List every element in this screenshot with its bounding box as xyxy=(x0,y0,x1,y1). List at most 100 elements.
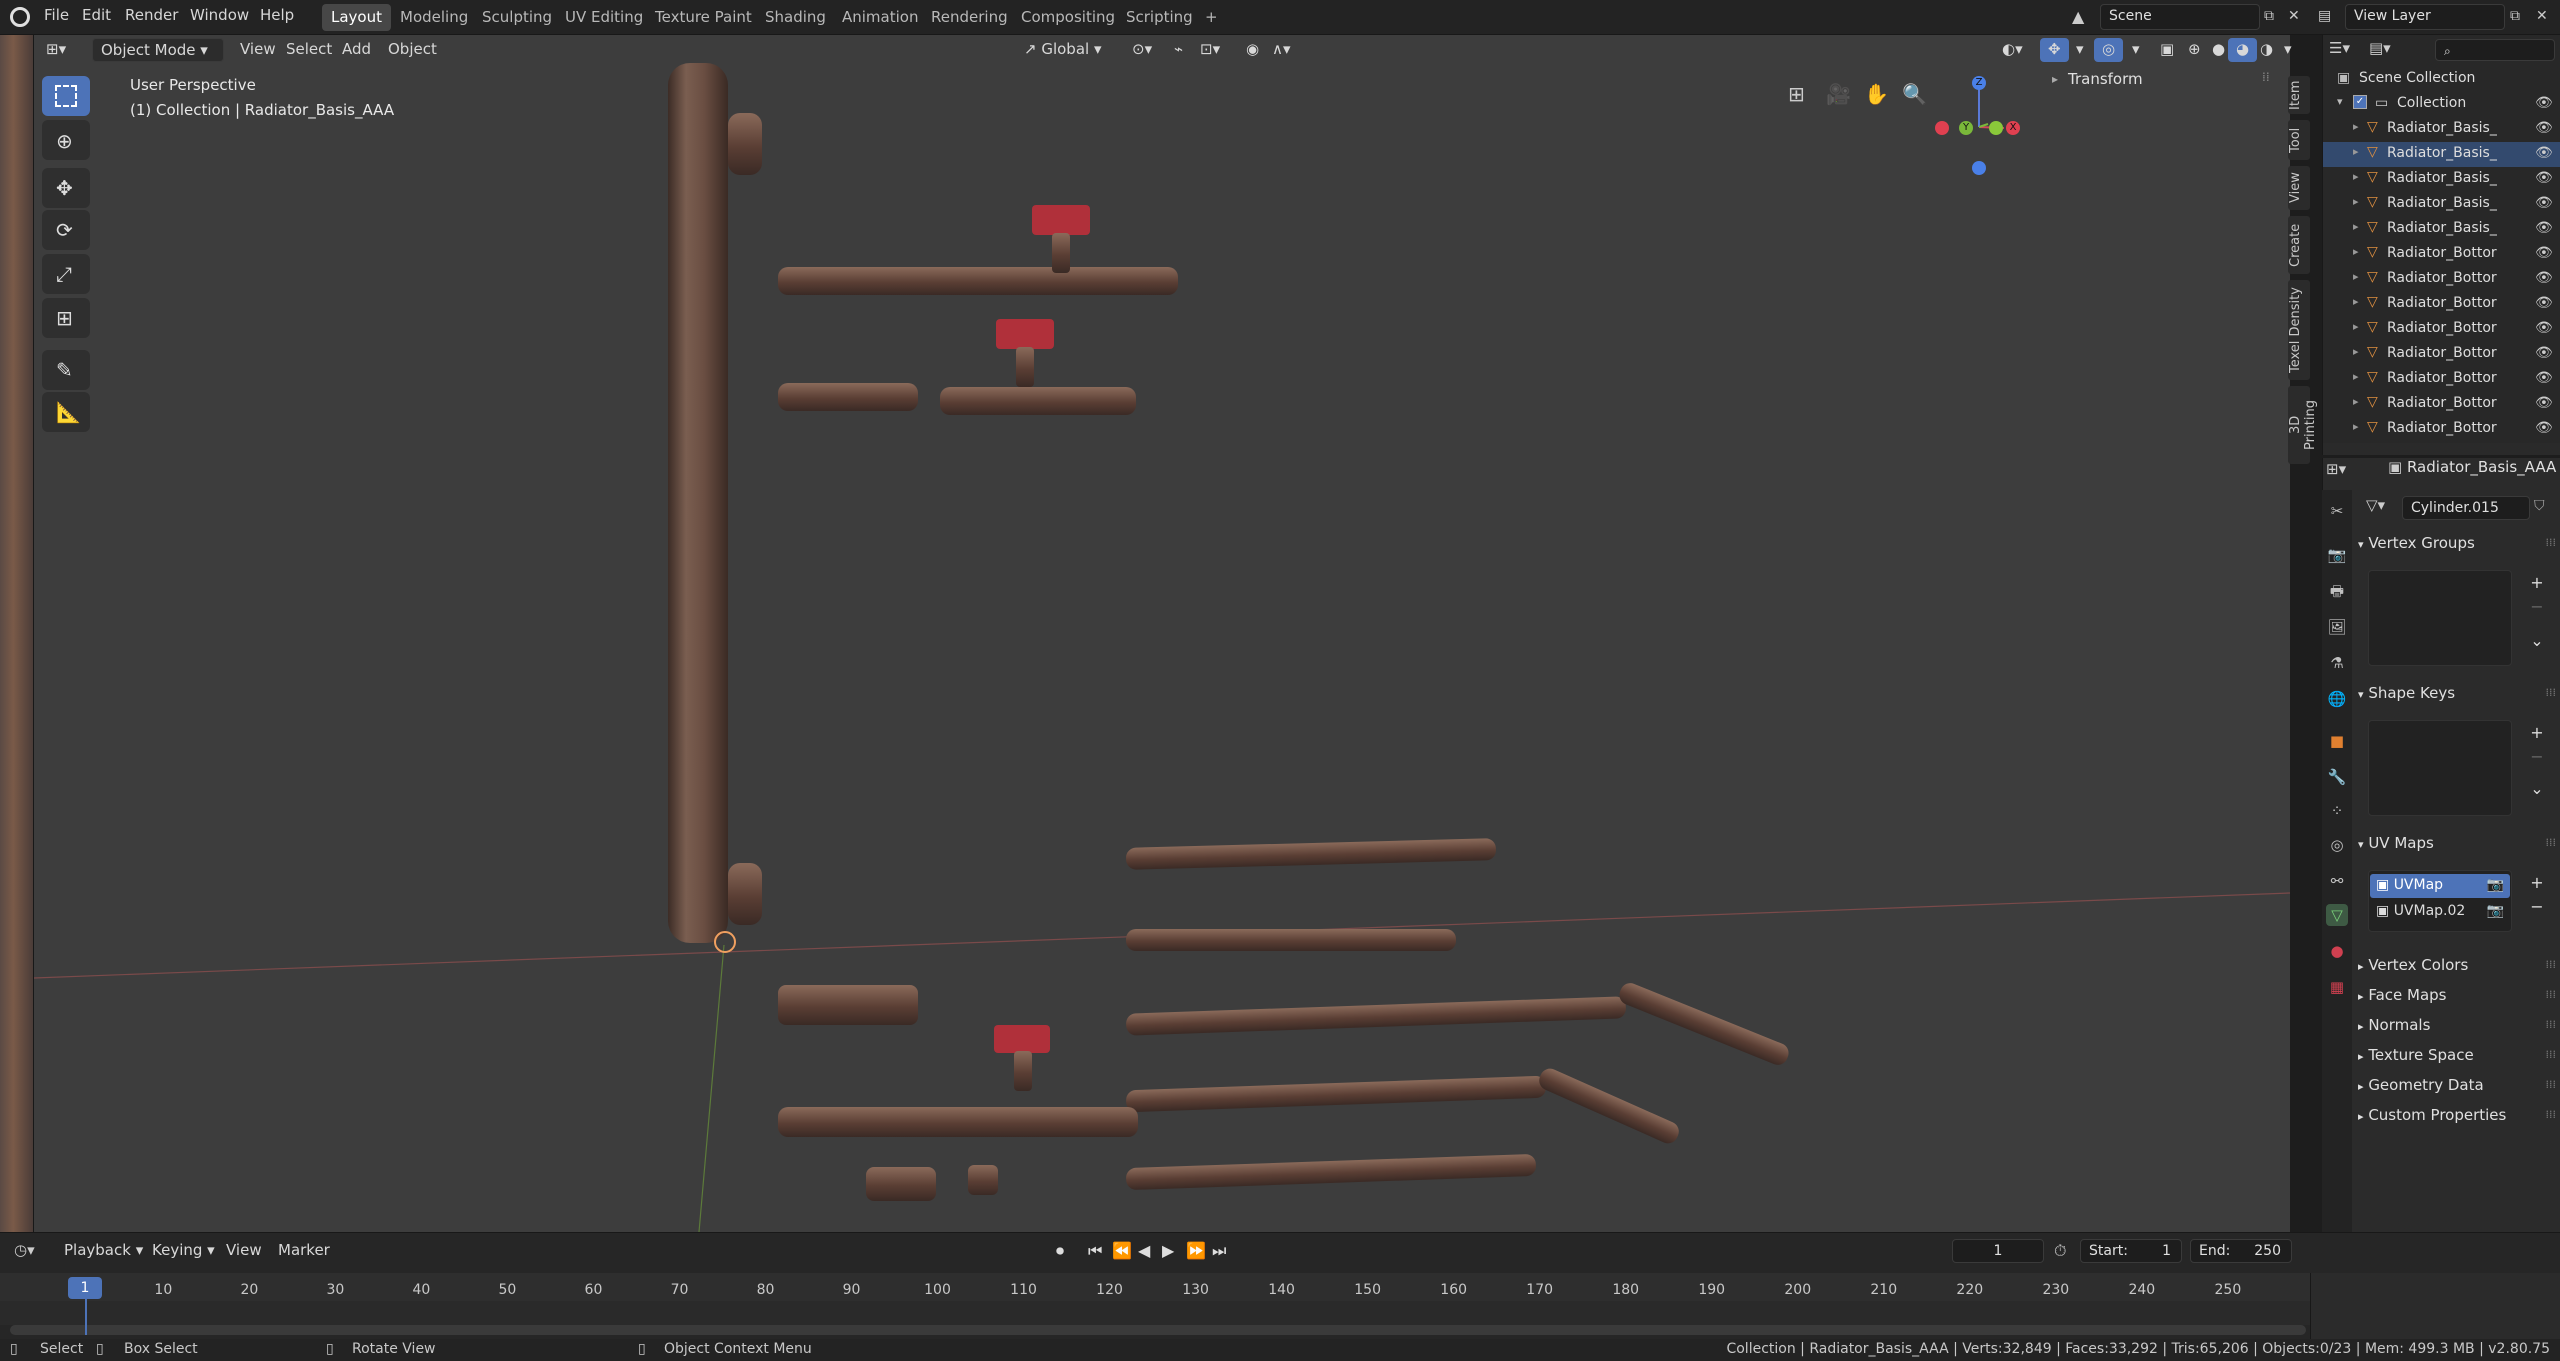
property-panel-header[interactable]: ▸ Geometry Data ⁞⁞⁞ xyxy=(2358,1076,2556,1102)
outliner-row-object[interactable]: ▸ ▽ Radiator_Bottor 👁 xyxy=(2323,342,2560,367)
select-box-tool[interactable] xyxy=(42,76,90,116)
shading-dropdown-icon[interactable]: ▾ xyxy=(2276,38,2300,62)
outliner-editor-icon[interactable]: ☰▾ xyxy=(2329,39,2350,57)
add-uv-map-button[interactable]: + xyxy=(2526,872,2548,894)
transform-tool[interactable]: ⊞ xyxy=(42,298,90,338)
drag-handle-icon[interactable]: ⁞⁞⁞ xyxy=(2546,536,2557,549)
camera-icon[interactable]: 📷 xyxy=(2487,903,2504,919)
stopwatch-icon[interactable]: ⏱ xyxy=(2054,1241,2066,1261)
pipe-branch-lower[interactable] xyxy=(778,1107,1138,1137)
add-shape-key-button[interactable]: + xyxy=(2526,722,2548,744)
drag-handle-icon[interactable]: ⁞⁞⁞ xyxy=(2546,1018,2557,1031)
fitting-small-1[interactable] xyxy=(866,1167,936,1201)
texture-tab-icon[interactable]: ▦ xyxy=(2326,976,2348,998)
expand-arrow-icon[interactable]: ▸ xyxy=(2353,145,2359,158)
radiator-body[interactable] xyxy=(668,63,728,943)
timeline-menu-keying[interactable]: Keying ▾ xyxy=(144,1239,223,1263)
playhead-frame-badge[interactable]: 1 xyxy=(68,1277,102,1299)
uv-map-item-active[interactable]: ▣ UVMap 📷 xyxy=(2370,874,2510,898)
expand-arrow-icon[interactable]: ▸ xyxy=(2353,170,2359,183)
cursor-tool[interactable]: ⊕ xyxy=(42,120,90,160)
menu-help[interactable]: Help xyxy=(260,6,294,24)
side-tab-tool[interactable]: Tool xyxy=(2288,120,2310,160)
record-icon[interactable]: ⏺ xyxy=(1056,1241,1064,1261)
property-panel-header[interactable]: ▸ Face Maps ⁞⁞⁞ xyxy=(2358,986,2556,1012)
navigation-gizmo[interactable]: Z Y X xyxy=(1922,72,2032,182)
expand-arrow-icon[interactable]: ▸ xyxy=(2353,420,2359,433)
render-tab-icon[interactable]: 📷 xyxy=(2326,544,2348,566)
eye-icon[interactable]: 👁 xyxy=(2535,420,2553,436)
scene-tab-icon[interactable]: ⚗ xyxy=(2326,652,2348,674)
tab-modeling[interactable]: Modeling xyxy=(391,4,477,31)
expand-arrow-icon[interactable]: ▸ xyxy=(2353,270,2359,283)
eye-icon[interactable]: 👁 xyxy=(2535,120,2553,136)
eye-icon[interactable]: 👁 xyxy=(2535,145,2553,161)
tab-texture-paint[interactable]: Texture Paint xyxy=(646,4,761,31)
vertex-groups-panel-header[interactable]: ▾ Vertex Groups ⁞⁞⁞ xyxy=(2358,534,2556,560)
viewport-menu-select[interactable]: Select xyxy=(278,38,340,62)
output-tab-icon[interactable]: 🖶 xyxy=(2326,580,2348,602)
shape-keys-panel-header[interactable]: ▾ Shape Keys ⁞⁞⁞ xyxy=(2358,684,2556,710)
expand-arrow-icon[interactable]: ▸ xyxy=(2353,320,2359,333)
eye-icon[interactable]: 👁 xyxy=(2535,270,2553,286)
vertex-groups-list[interactable] xyxy=(2368,570,2512,666)
menu-file[interactable]: File xyxy=(44,6,69,24)
outliner-row-object[interactable]: ▸ ▽ Radiator_Bottor 👁 xyxy=(2323,292,2560,317)
outliner-row-scene-collection[interactable]: ▣ Scene Collection xyxy=(2323,67,2560,92)
viewport-menu-object[interactable]: Object xyxy=(380,38,445,62)
timeline-menu-marker[interactable]: Marker xyxy=(270,1239,338,1263)
shape-keys-list[interactable] xyxy=(2368,720,2512,816)
outliner-row-object[interactable]: ▸ ▽ Radiator_Bottor 👁 xyxy=(2323,317,2560,342)
valve-handle-1[interactable] xyxy=(1032,205,1090,235)
new-view-layer-icon[interactable]: ⧉ xyxy=(2510,8,2520,24)
outliner-row-object[interactable]: ▸ ▽ Radiator_Basis_ 👁 xyxy=(2323,192,2560,217)
transform-expand-icon[interactable]: ▸ xyxy=(2052,72,2058,86)
remove-shape-key-button[interactable]: − xyxy=(2526,746,2548,768)
side-tab-item[interactable]: Item xyxy=(2288,76,2310,114)
remove-vertex-group-button[interactable]: − xyxy=(2526,596,2548,618)
timeline-menu-view[interactable]: View xyxy=(218,1239,270,1263)
property-panel-header[interactable]: ▸ Custom Properties ⁞⁞⁞ xyxy=(2358,1106,2556,1132)
mesh-data-tab-icon[interactable]: ▽ xyxy=(2326,904,2348,926)
tab-compositing[interactable]: Compositing xyxy=(1012,4,1124,31)
material-tab-icon[interactable]: ● xyxy=(2326,940,2348,962)
drag-handle-icon[interactable]: ⁞⁞⁞ xyxy=(2546,958,2557,971)
eye-icon[interactable]: 👁 xyxy=(2535,370,2553,386)
play-icon[interactable]: ▶ xyxy=(1162,1241,1174,1260)
view-layer-tab-icon[interactable]: 🖼 xyxy=(2326,616,2348,638)
gizmo-x-label[interactable]: X xyxy=(2006,121,2020,135)
eye-icon[interactable]: 👁 xyxy=(2535,295,2553,311)
pipe-offset-2[interactable] xyxy=(1126,929,1456,951)
outliner-search-input[interactable]: ⌕ xyxy=(2435,39,2555,61)
mode-dropdown[interactable]: Object Mode ▾ xyxy=(92,38,224,62)
delete-scene-icon[interactable]: ✕ xyxy=(2288,8,2300,24)
gizmo-z-label[interactable]: Z xyxy=(1972,76,1986,90)
properties-editor-icon[interactable]: ⊞▾ xyxy=(2326,460,2346,478)
drag-handle-icon[interactable]: ⁞⁞⁞ xyxy=(2546,988,2557,1001)
visibility-icon[interactable]: ◐▾ xyxy=(1994,38,2031,62)
eye-icon[interactable]: 👁 xyxy=(2535,170,2553,186)
property-panel-header[interactable]: ▸ Texture Space ⁞⁞⁞ xyxy=(2358,1046,2556,1072)
blender-logo-icon[interactable] xyxy=(10,7,30,27)
object-tab-icon[interactable]: ■ xyxy=(2326,730,2348,752)
tab-uv-editing[interactable]: UV Editing xyxy=(556,4,652,31)
eye-icon[interactable]: 👁 xyxy=(2535,345,2553,361)
outliner-row-object[interactable]: ▸ ▽ Radiator_Bottor 👁 xyxy=(2323,267,2560,292)
tab-rendering[interactable]: Rendering xyxy=(922,4,1017,31)
gizmo-dropdown-icon[interactable]: ▾ xyxy=(2068,38,2092,62)
outliner-row-object[interactable]: ▸ ▽ Radiator_Basis_ 👁 xyxy=(2323,217,2560,242)
add-workspace-button[interactable]: + xyxy=(1196,4,1227,31)
camera-view-icon[interactable]: 🎥 xyxy=(1826,82,1851,106)
eye-icon[interactable]: 👁 xyxy=(2535,245,2553,261)
current-frame-field[interactable]: 1 xyxy=(1952,1239,2044,1263)
outliner-row-collection[interactable]: ▾ ✓ ▭ Collection 👁 xyxy=(2323,92,2560,117)
tool-tab-icon[interactable]: ✂ xyxy=(2326,500,2348,522)
expand-arrow-icon[interactable]: ▸ xyxy=(2353,395,2359,408)
particles-tab-icon[interactable]: ⁘ xyxy=(2326,800,2348,822)
drag-handle-icon[interactable]: ⁞⁞⁞ xyxy=(2546,1108,2557,1121)
modifier-tab-icon[interactable]: 🔧 xyxy=(2326,766,2348,788)
pipe-branch-2b[interactable] xyxy=(940,387,1136,415)
expand-arrow-icon[interactable]: ▸ xyxy=(2353,195,2359,208)
physics-tab-icon[interactable]: ◎ xyxy=(2326,834,2348,856)
transform-panel-header[interactable]: Transform xyxy=(2068,70,2143,88)
